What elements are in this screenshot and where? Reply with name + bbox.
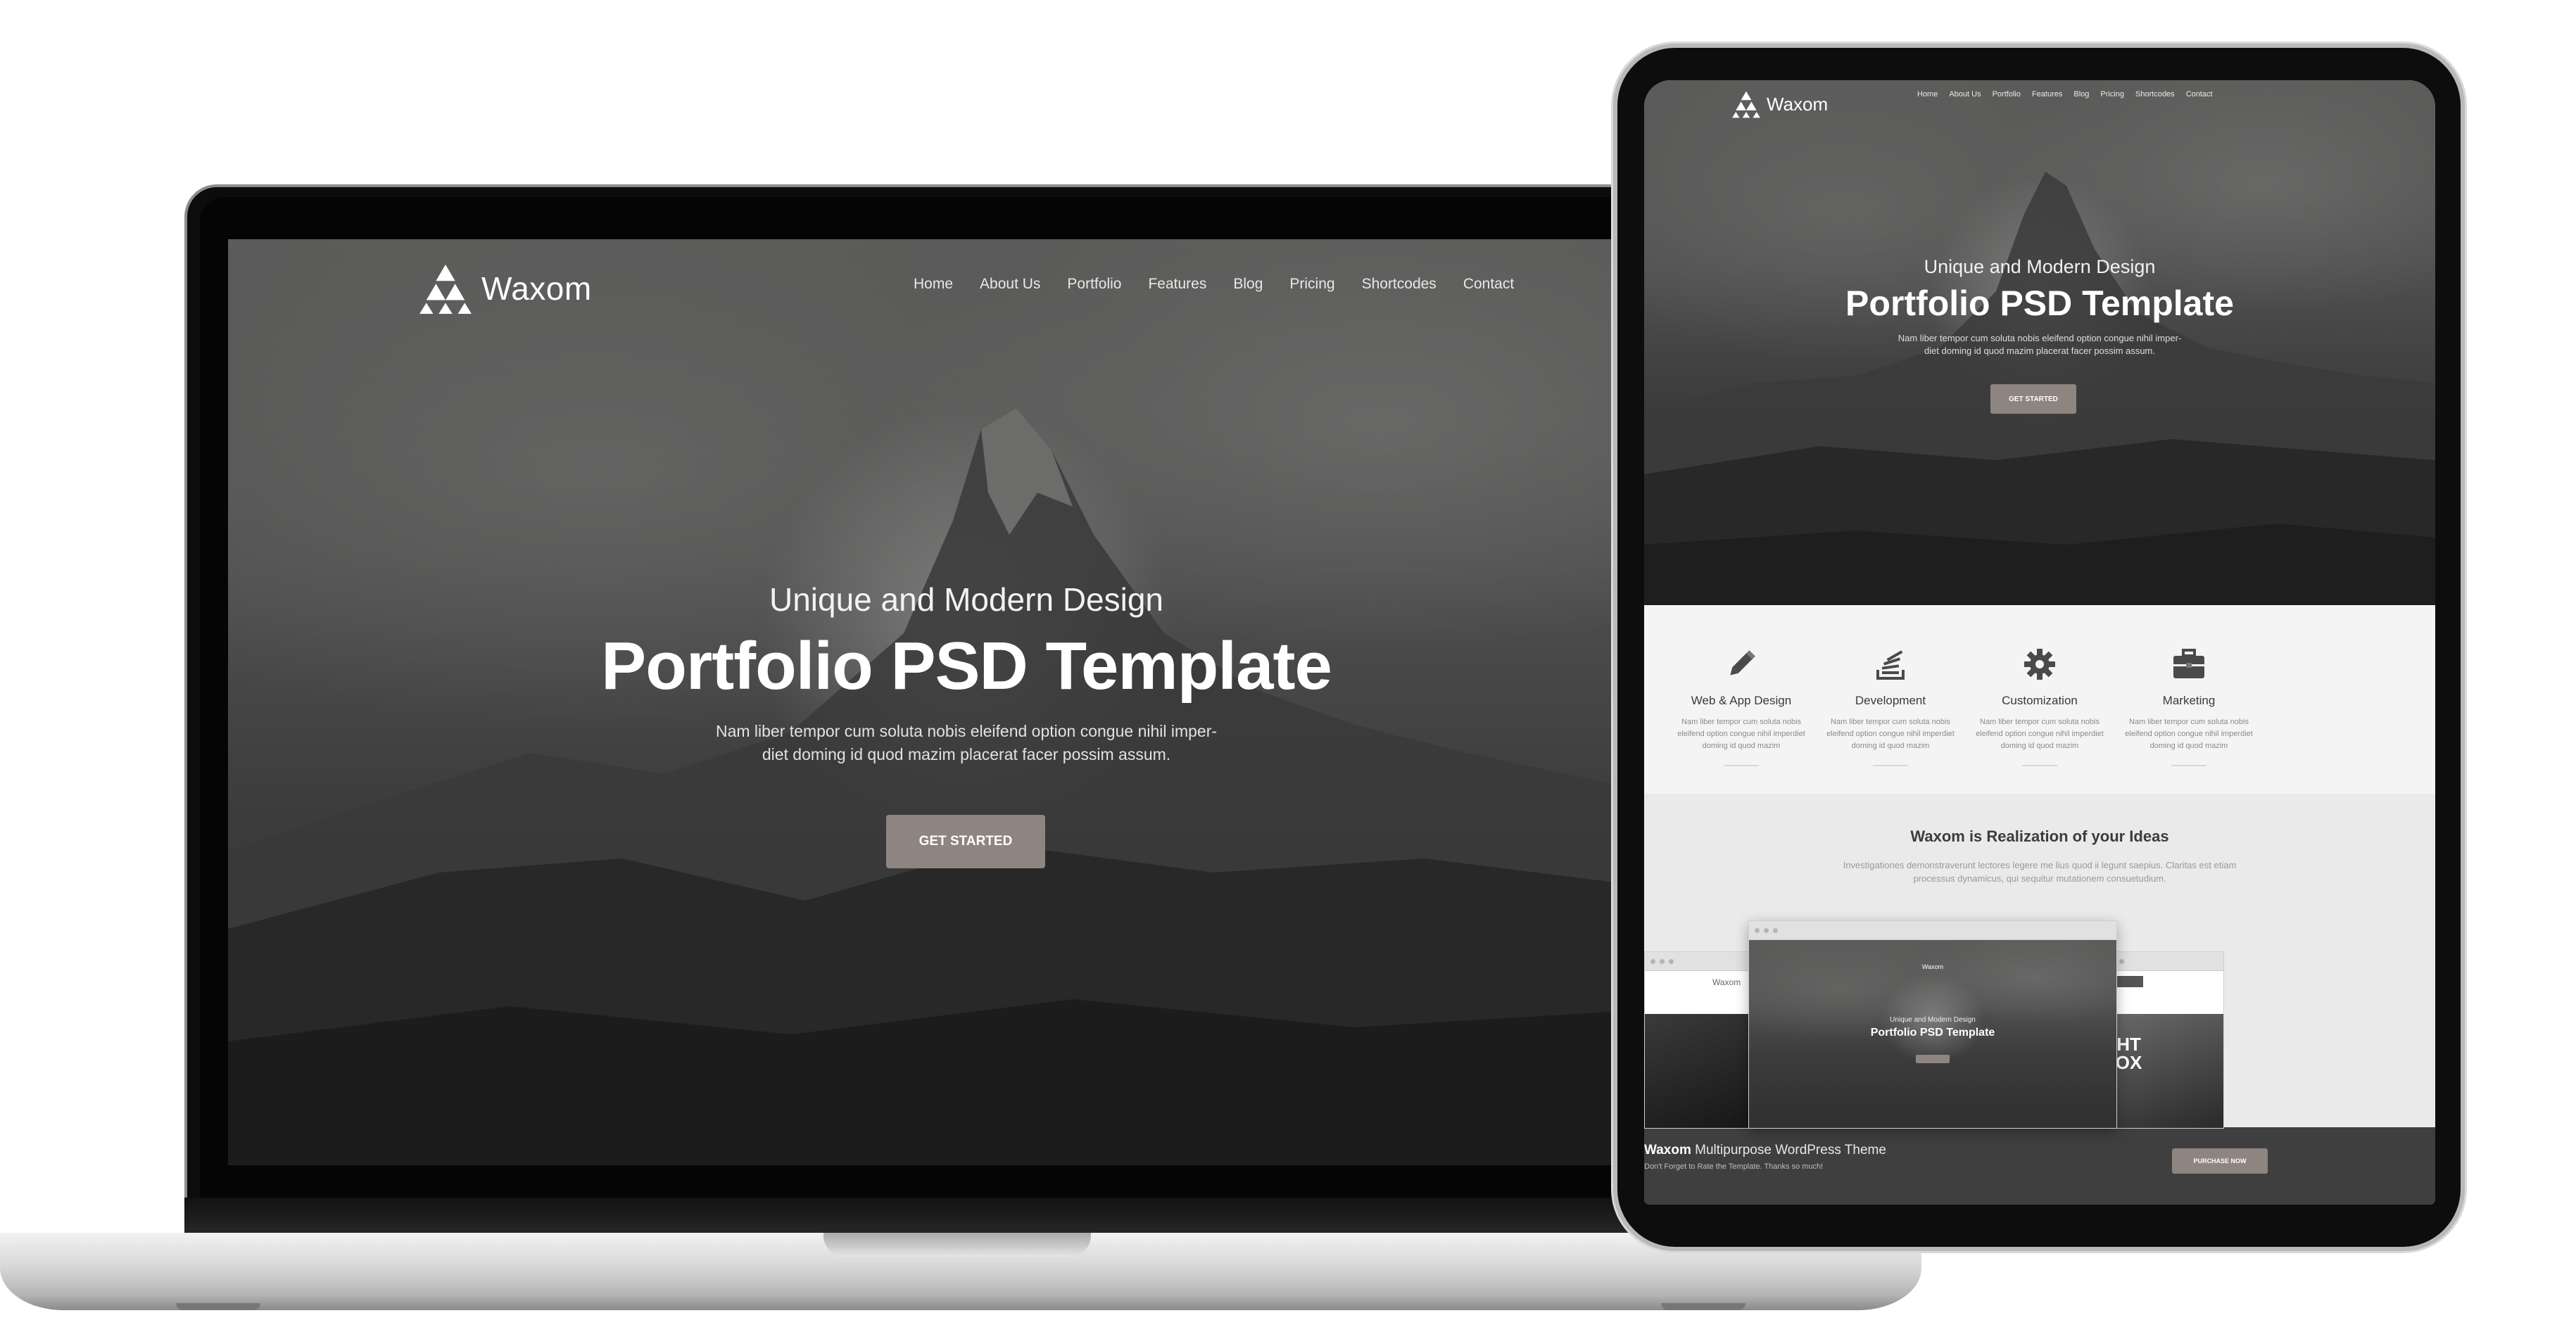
tablet-brand-name: Waxom xyxy=(1767,93,1829,115)
tablet-nav-home[interactable]: Home xyxy=(1917,90,1938,99)
feature-title: Development xyxy=(1855,694,1926,707)
footer-title-brand: Waxom xyxy=(1644,1143,1691,1157)
get-started-button[interactable]: GET STARTED xyxy=(886,815,1045,868)
feature-description: Nam liber tempor cum soluta nobis eleife… xyxy=(1976,718,2104,750)
tablet-hero-description-line-1: Nam liber tempor cum soluta nobis eleife… xyxy=(1898,333,2182,343)
nav-about-us[interactable]: About Us xyxy=(980,276,1040,293)
mockup-subtitle: Unique and Modern Design xyxy=(1890,1016,1976,1024)
feature-web-app-design[interactable]: Web & App Design Nam liber tempor cum so… xyxy=(1664,633,1819,766)
tablet-nav-shortcodes[interactable]: Shortcodes xyxy=(2135,90,2175,99)
tablet-brand-logo[interactable]: Waxom xyxy=(1731,90,1828,118)
feature-divider xyxy=(1724,765,1759,766)
hero-description: Nam liber tempor cum soluta nobis eleife… xyxy=(228,720,1705,766)
main-nav: Home About Us Portfolio Features Blog Pr… xyxy=(914,276,1514,293)
pencil-icon xyxy=(1730,650,1755,675)
tablet-hero: Waxom Home About Us Portfolio Features B… xyxy=(1644,80,2435,605)
brand-logo[interactable]: Waxom xyxy=(418,263,592,314)
nav-portfolio[interactable]: Portfolio xyxy=(1067,276,1121,293)
tablet-main-nav: Home About Us Portfolio Features Blog Pr… xyxy=(1917,90,2213,99)
laptop-foot-right xyxy=(1661,1303,1745,1310)
feature-marketing[interactable]: Marketing Nam liber tempor cum soluta no… xyxy=(2111,633,2266,766)
ideas-section: Waxom is Realization of your Ideas Inves… xyxy=(1644,794,2435,1129)
hero-description-line-1: Nam liber tempor cum soluta nobis eleife… xyxy=(715,722,1218,740)
stack-icon xyxy=(1876,650,1905,680)
nav-blog[interactable]: Blog xyxy=(1233,276,1263,293)
features-section: Web & App Design Nam liber tempor cum so… xyxy=(1644,605,2435,794)
feature-title: Customization xyxy=(2002,694,2078,707)
purchase-footer: Waxom Multipurpose WordPress Theme Don't… xyxy=(1644,1127,2435,1205)
tablet-hero-subtitle: Unique and Modern Design xyxy=(1924,256,2156,277)
mockup-button xyxy=(1916,1055,1950,1063)
feature-divider xyxy=(1873,765,1908,766)
browser-mockup-center: Waxom Unique and Modern Design Portfolio… xyxy=(1748,920,2117,1129)
nav-home[interactable]: Home xyxy=(914,276,953,293)
hero-subtitle: Unique and Modern Design xyxy=(769,581,1164,618)
ideas-description-line-1: Investigationes demonstraverunt lectores… xyxy=(1843,860,2237,870)
feature-description: Nam liber tempor cum soluta nobis eleife… xyxy=(1677,718,1805,750)
nav-features[interactable]: Features xyxy=(1148,276,1206,293)
footer-title-rest: Multipurpose WordPress Theme xyxy=(1695,1143,1886,1157)
tablet-nav-features[interactable]: Features xyxy=(2032,90,2062,99)
feature-description: Nam liber tempor cum soluta nobis eleife… xyxy=(1826,718,1955,750)
laptop-foot-left xyxy=(176,1303,260,1310)
feature-description: Nam liber tempor cum soluta nobis eleife… xyxy=(2125,718,2253,750)
ideas-title: Waxom is Realization of your Ideas xyxy=(1910,827,2169,845)
tablet-hero-description-line-2: diet doming id quod mazim placerat facer… xyxy=(1924,345,2156,356)
tablet-triangle-logo-icon xyxy=(1732,91,1760,118)
mockup-title: Portfolio PSD Template xyxy=(1870,1027,1995,1039)
tablet-nav-pricing[interactable]: Pricing xyxy=(2100,90,2124,99)
feature-customization[interactable]: Customization Nam liber tempor cum solut… xyxy=(1962,633,2117,766)
tablet-hero-description: Nam liber tempor cum soluta nobis eleife… xyxy=(1644,332,2435,357)
ideas-description-line-2: processus dynamicus, qui sequitur mutati… xyxy=(1913,873,2166,884)
nav-shortcodes[interactable]: Shortcodes xyxy=(1362,276,1437,293)
briefcase-icon xyxy=(2173,649,2204,678)
hero-title: Portfolio PSD Template xyxy=(601,628,1332,704)
ideas-description: Investigationes demonstraverunt lectores… xyxy=(1644,858,2435,885)
nav-pricing[interactable]: Pricing xyxy=(1289,276,1334,293)
hero-description-line-2: diet doming id quod mazim placerat facer… xyxy=(762,745,1171,763)
feature-development[interactable]: Development Nam liber tempor cum soluta … xyxy=(1813,633,1968,766)
tablet-nav-contact[interactable]: Contact xyxy=(2186,90,2213,99)
footer-subtitle: Don't Forget to Rate the Template. Thank… xyxy=(1644,1162,1824,1171)
gear-icon xyxy=(2024,649,2055,680)
brand-name: Waxom xyxy=(481,270,592,307)
feature-divider xyxy=(2022,765,2057,766)
tablet-screen: Waxom Home About Us Portfolio Features B… xyxy=(1644,80,2435,1205)
tablet-nav-portfolio[interactable]: Portfolio xyxy=(1993,90,2021,99)
feature-divider xyxy=(2171,765,2206,766)
feature-title: Marketing xyxy=(2162,694,2216,707)
laptop-screen: Waxom Home About Us Portfolio Features B… xyxy=(228,239,1705,1165)
triangle-logo-icon xyxy=(419,264,472,314)
feature-title: Web & App Design xyxy=(1691,694,1792,707)
tablet-get-started-button[interactable]: GET STARTED xyxy=(1990,384,2076,414)
footer-title: Waxom Multipurpose WordPress Theme xyxy=(1644,1143,1886,1158)
tablet-hero-title: Portfolio PSD Template xyxy=(1845,284,2234,323)
mockup-logo: Waxom xyxy=(1921,963,1944,970)
laptop-opening-notch xyxy=(823,1233,1091,1257)
nav-contact[interactable]: Contact xyxy=(1463,276,1514,293)
tablet-nav-blog[interactable]: Blog xyxy=(2073,90,2089,99)
purchase-now-button[interactable]: PURCHASE NOW xyxy=(2172,1148,2268,1174)
tablet-nav-about-us[interactable]: About Us xyxy=(1949,90,1981,99)
mockup-left-logo: Waxom xyxy=(1712,977,1741,987)
